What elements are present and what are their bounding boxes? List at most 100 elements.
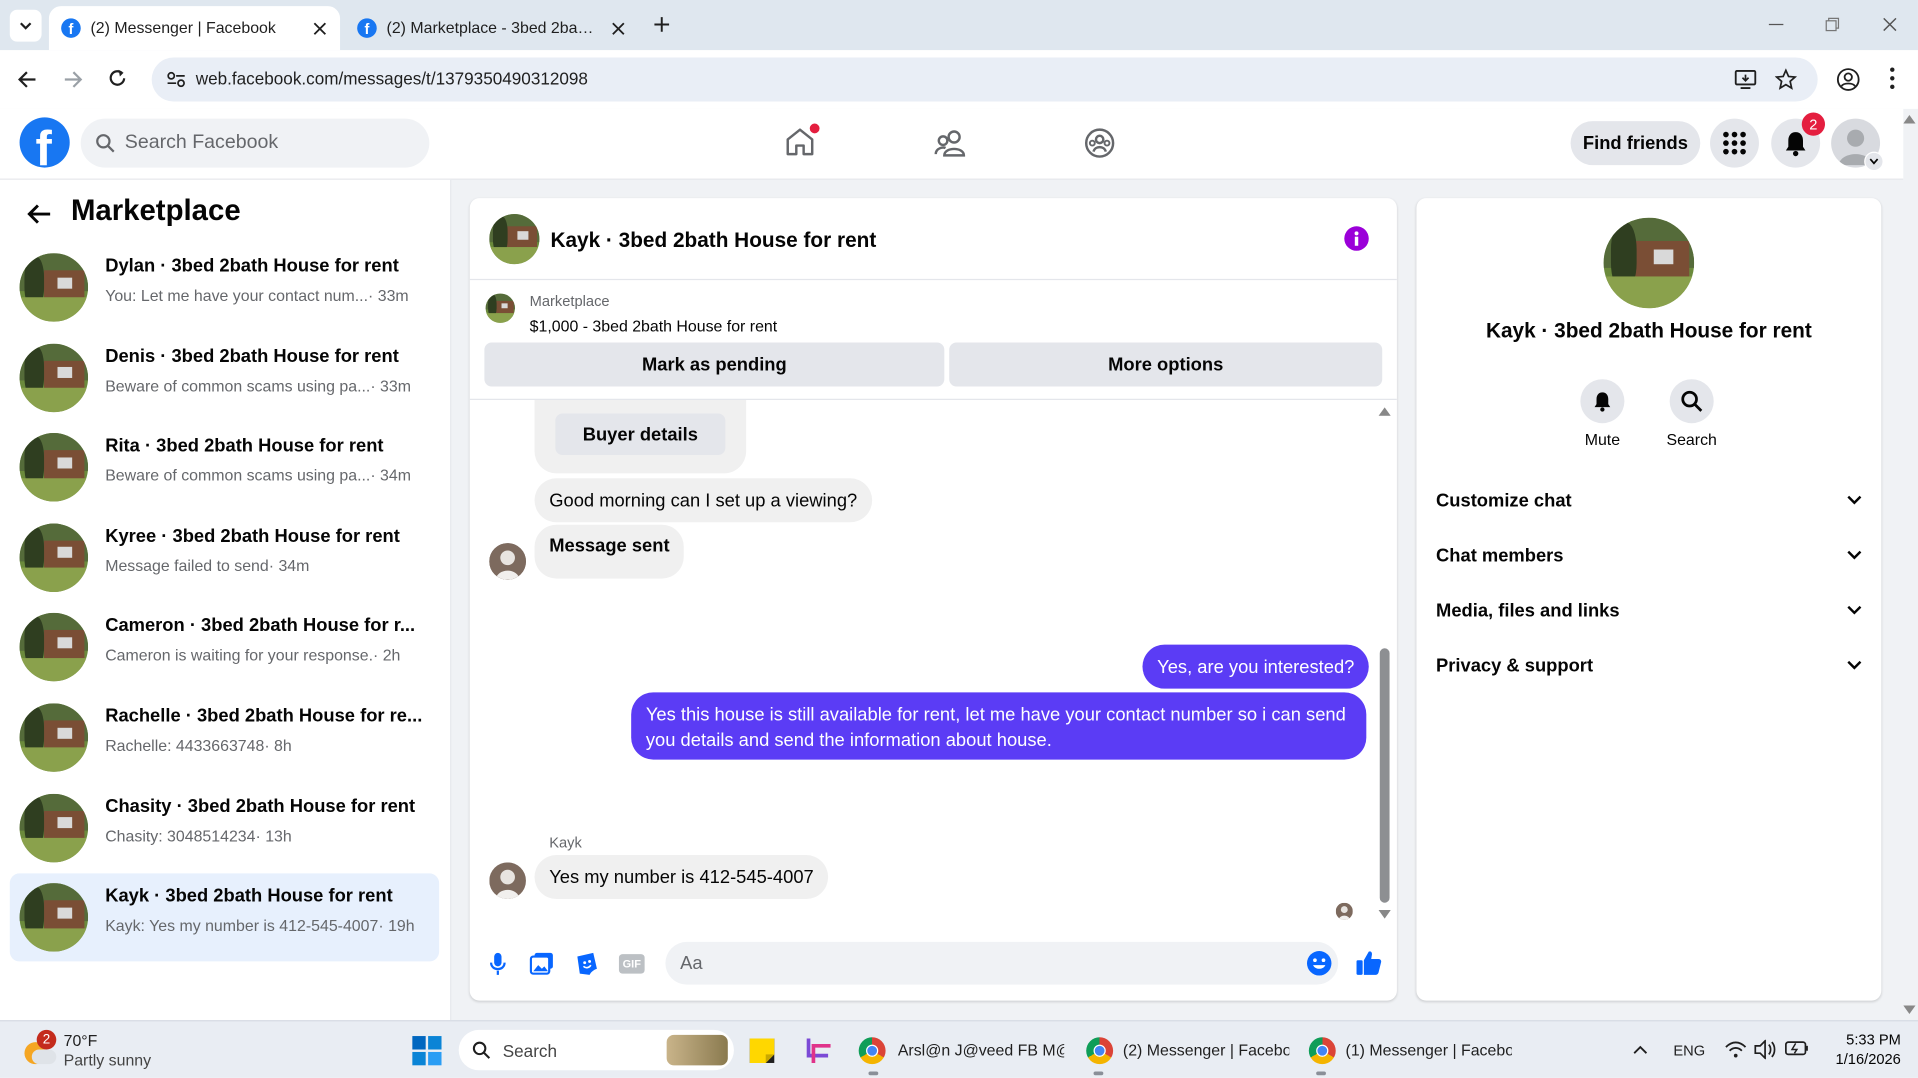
conversation-item[interactable]: Kayk · 3bed 2bath House for rent Kayk: Ye… (9, 873, 440, 962)
friends-icon[interactable] (933, 127, 967, 159)
conversation-preview-row: Cameron is waiting for your response. · … (105, 646, 423, 664)
tab-messenger[interactable]: f (2) Messenger | Facebook (48, 6, 341, 51)
gif-label: GIF (622, 957, 641, 970)
new-tab-icon[interactable] (653, 16, 670, 33)
tab-search-button[interactable] (9, 9, 42, 42)
nav-home[interactable] (784, 123, 820, 160)
conversation-item[interactable]: Cameron · 3bed 2bath House for r... Camer… (10, 604, 439, 692)
sender-avatar[interactable] (489, 543, 526, 580)
forward-icon[interactable] (64, 70, 84, 90)
message-input[interactable]: Aa (665, 941, 1339, 985)
bell-icon (1594, 392, 1611, 412)
volume-icon[interactable] (1754, 1039, 1776, 1060)
site-info-icon[interactable] (166, 71, 186, 88)
profile-photo[interactable] (1603, 217, 1695, 309)
browser-menu-icon[interactable] (1890, 67, 1895, 90)
conversation-avatar (19, 433, 89, 502)
facebook-logo[interactable]: f (19, 117, 70, 168)
taskbar-app-chrome-3[interactable]: (1) Messenger | Faceboo (1308, 1021, 1512, 1077)
snipping-tool-icon (806, 1037, 831, 1063)
taskbar-app-chrome-2[interactable]: (2) Messenger | Faceboo (1086, 1021, 1289, 1077)
running-indicator (1093, 1071, 1104, 1076)
chat-scroll-down-icon[interactable] (1378, 910, 1391, 920)
battery-icon[interactable] (1785, 1041, 1809, 1056)
search-in-chat-button[interactable]: Search (1655, 379, 1728, 452)
conversation-time: · 19h (378, 916, 415, 935)
close-tab-icon[interactable] (612, 22, 625, 35)
thumbs-up-icon[interactable] (1355, 949, 1382, 976)
weather-widget[interactable]: 2 70°F Partly sunny (20, 1021, 152, 1077)
install-app-icon[interactable] (1734, 70, 1757, 90)
microphone-icon[interactable] (489, 952, 506, 976)
chevron-down-icon (1847, 660, 1862, 670)
conversation-avatar (19, 523, 89, 592)
back-icon[interactable] (17, 70, 37, 90)
windows-taskbar: 2 70°F Partly sunny Search Arsl@n J@veed… (0, 1020, 1918, 1078)
groups-icon[interactable] (1084, 127, 1116, 159)
chat-avatar[interactable] (489, 214, 540, 265)
find-friends-button[interactable]: Find friends (1570, 121, 1701, 166)
gif-button[interactable]: GIF (618, 954, 645, 974)
start-button[interactable] (412, 1021, 442, 1077)
menu-button[interactable] (1710, 118, 1759, 168)
chat-members-section[interactable]: Chat members (1436, 531, 1862, 580)
customize-chat-section[interactable]: Customize chat (1436, 476, 1862, 525)
sticky-notes-app[interactable] (749, 1021, 776, 1077)
mute-button[interactable]: Mute (1566, 379, 1639, 452)
clock[interactable]: 5:33 PM 1/16/2026 (1815, 1030, 1901, 1069)
sticky-notes-icon (749, 1037, 775, 1063)
listing-photo (19, 253, 89, 322)
message-input-placeholder: Aa (680, 952, 703, 974)
conversation-avatar (19, 793, 89, 862)
sender-avatar[interactable] (489, 862, 526, 900)
facebook-search-box[interactable]: Search Facebook (80, 118, 430, 168)
search-circle (1669, 379, 1714, 424)
account-chevron[interactable] (1864, 151, 1884, 172)
conversation-item[interactable]: Rachelle · 3bed 2bath House for re... Rac… (10, 694, 439, 782)
wifi-icon[interactable] (1725, 1041, 1747, 1058)
listing-title[interactable]: $1,000 - 3bed 2bath House for rent (530, 317, 778, 335)
grid-menu-icon (1723, 131, 1746, 155)
conversation-name: Kyree · 3bed 2bath House for rent (105, 525, 400, 547)
page-scroll-down-icon[interactable] (1903, 1005, 1916, 1015)
facebook-header: f Search Facebook Find friends 2 (0, 108, 1904, 180)
photo-icon[interactable] (529, 952, 554, 975)
restore-icon[interactable] (1825, 17, 1840, 32)
taskbar-search[interactable]: Search (458, 1029, 734, 1071)
show-hidden-icons-icon[interactable] (1633, 1045, 1648, 1055)
reload-icon[interactable] (108, 68, 128, 88)
close-window-icon[interactable] (1883, 17, 1898, 32)
chat-title[interactable]: Kayk · 3bed 2bath House for rent (550, 229, 876, 253)
back-arrow-icon[interactable] (27, 203, 51, 225)
conversation-item[interactable]: Chasity · 3bed 2bath House for rent Chasi… (10, 784, 439, 872)
chat-scroll-up-icon[interactable] (1378, 406, 1391, 416)
media-files-links-section[interactable]: Media, files and links (1436, 586, 1862, 635)
chat-scrollbar-thumb[interactable] (1379, 648, 1390, 903)
buyer-details-button[interactable]: Buyer details (555, 413, 726, 456)
taskbar-app-chrome-1[interactable]: Arsl@n J@veed FB M@r (858, 1021, 1064, 1077)
address-bar[interactable]: web.facebook.com/messages/t/137935049031… (151, 57, 1818, 102)
message-text: Message sent (549, 535, 670, 557)
page-scroll-up-icon[interactable] (1903, 114, 1916, 124)
conversation-item[interactable]: Dylan · 3bed 2bath House for rent You: Le… (10, 243, 439, 331)
chat-info-button[interactable] (1344, 226, 1369, 251)
emoji-icon[interactable] (1306, 950, 1332, 976)
conversation-item[interactable]: Kyree · 3bed 2bath House for rent Message… (10, 513, 439, 601)
conversation-item[interactable]: Rita · 3bed 2bath House for rent Beware o… (10, 423, 439, 511)
minimize-icon[interactable] (1768, 23, 1784, 26)
tab-marketplace[interactable]: f (2) Marketplace - 3bed 2bath H (345, 6, 636, 50)
listing-thumbnail[interactable] (485, 293, 515, 323)
section-label: Privacy & support (1436, 655, 1594, 676)
close-tab-icon[interactable] (313, 22, 327, 35)
profile-icon[interactable] (1836, 67, 1860, 91)
mark-as-pending-button[interactable]: Mark as pending (484, 342, 945, 387)
conversation-item[interactable]: Denis · 3bed 2bath House for rent Beware … (10, 333, 439, 421)
privacy-support-section[interactable]: Privacy & support (1436, 641, 1862, 690)
sticker-icon[interactable] (575, 952, 599, 976)
bookmark-star-icon[interactable] (1774, 68, 1797, 90)
snipping-tool-app[interactable] (804, 1021, 833, 1077)
notifications-button[interactable]: 2 (1771, 112, 1826, 168)
language-indicator[interactable]: ENG (1673, 1021, 1705, 1077)
marketplace-inbox: Marketplace Dylan · 3bed 2bath House for… (0, 179, 452, 1021)
more-options-button[interactable]: More options (949, 342, 1383, 387)
